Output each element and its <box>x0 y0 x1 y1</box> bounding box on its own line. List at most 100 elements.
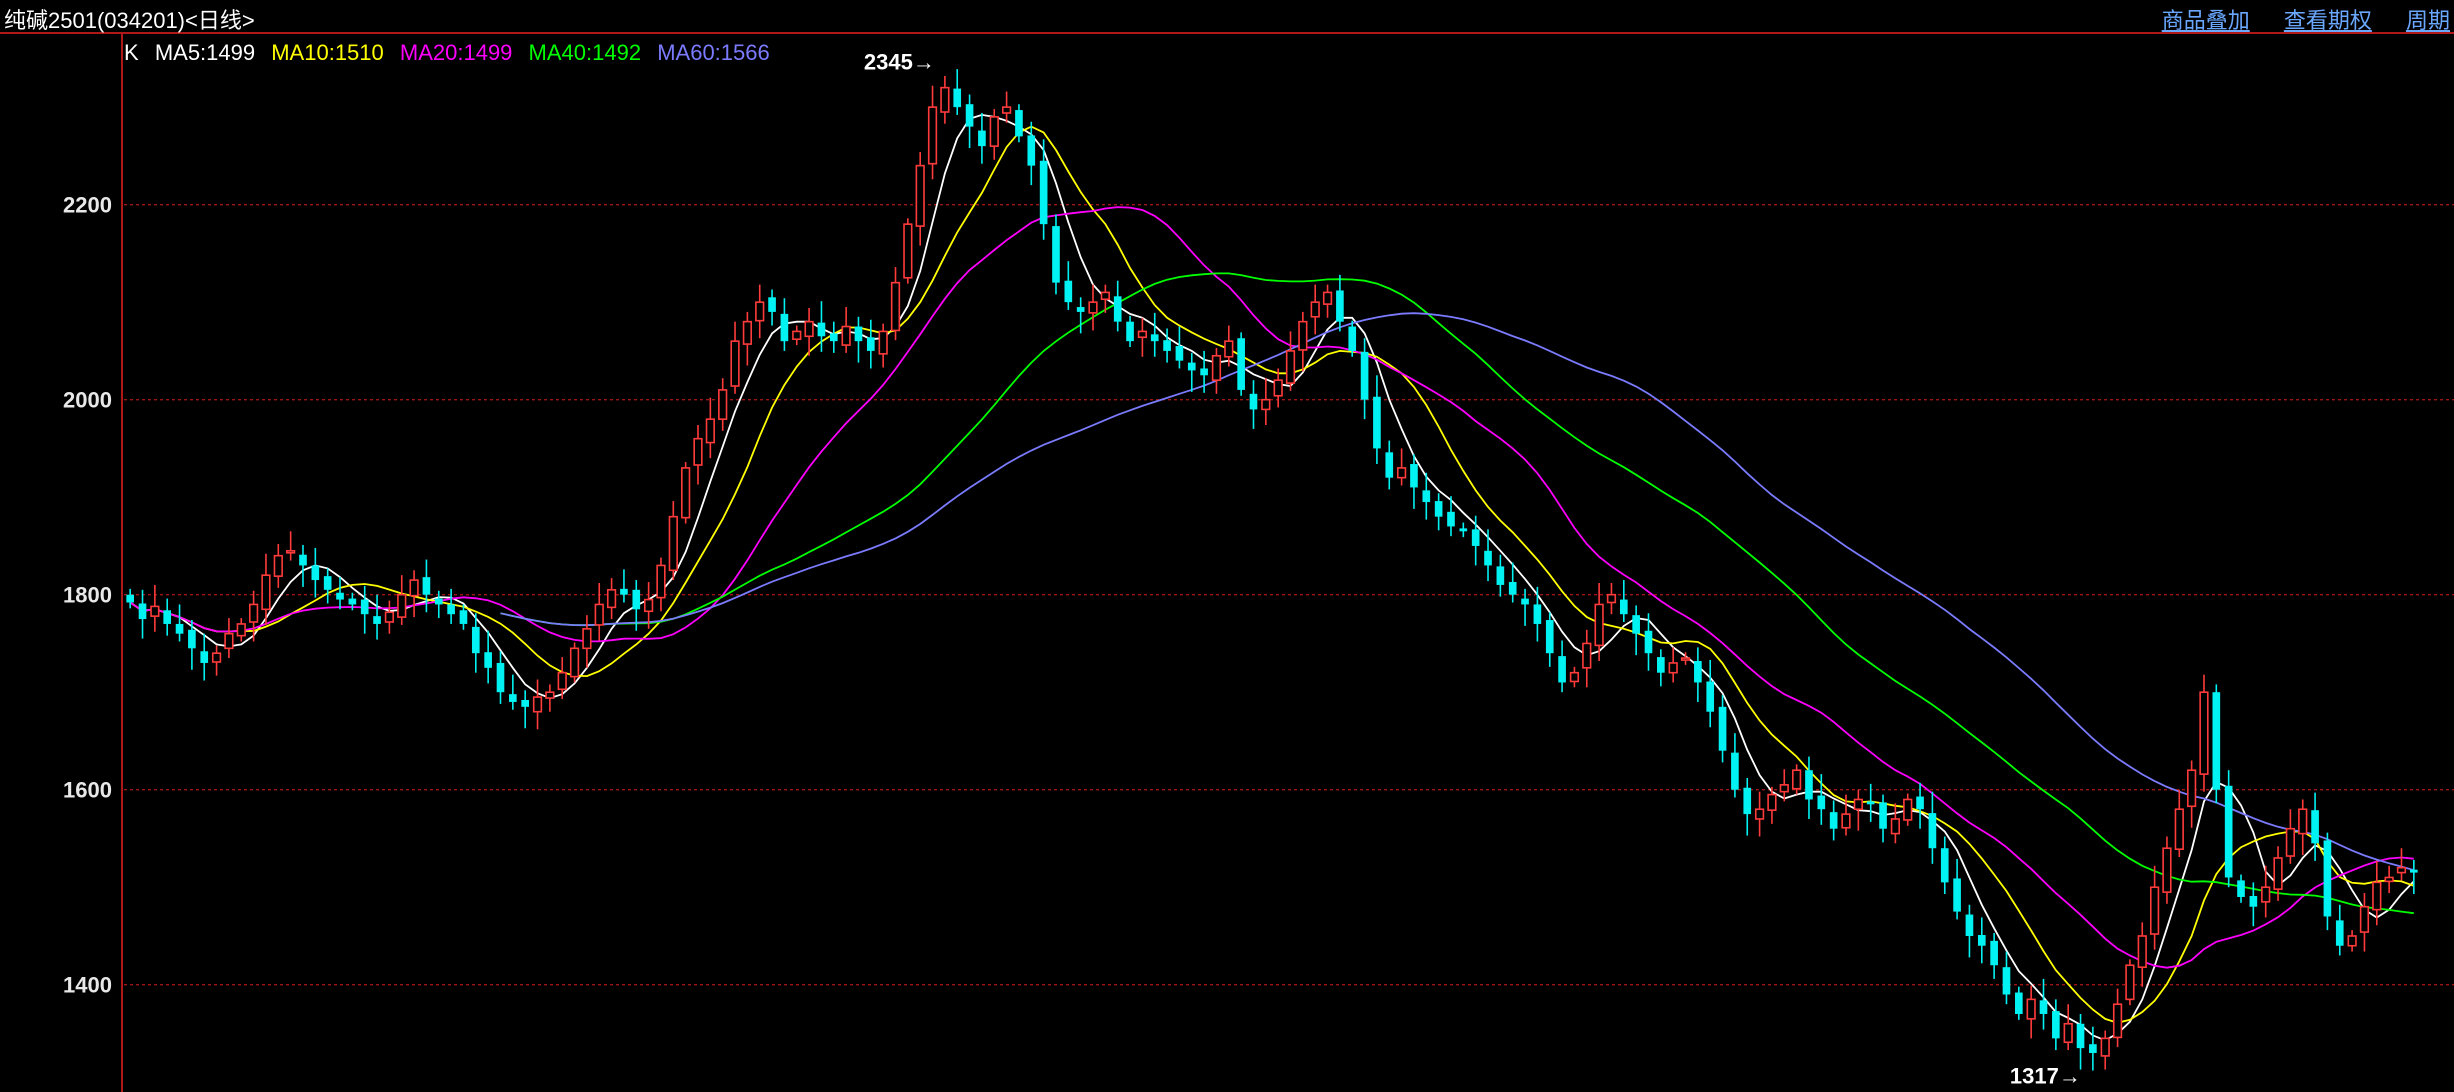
candle <box>2311 792 2319 861</box>
candle <box>1754 791 1765 837</box>
candle-body <box>1310 301 1320 318</box>
candle <box>2187 760 2197 828</box>
candle <box>1273 368 1283 408</box>
candle-body <box>1200 368 1208 376</box>
candle <box>854 316 863 363</box>
candle-body <box>1791 769 1802 790</box>
candle <box>1113 280 1122 332</box>
candle-body <box>126 594 134 603</box>
candle <box>1459 522 1468 538</box>
candle <box>1731 733 1739 798</box>
candle-body <box>261 574 271 611</box>
candle <box>2052 999 2060 1051</box>
candle-body <box>1496 566 1505 585</box>
candle-body <box>643 598 654 613</box>
candle-body <box>2212 692 2221 790</box>
candle-body <box>1916 796 1924 810</box>
candle-body <box>1890 818 1901 835</box>
candle <box>286 531 296 561</box>
candle-body <box>224 632 234 650</box>
candle-body <box>620 588 628 595</box>
candle-body <box>1100 291 1110 301</box>
candle <box>569 642 580 683</box>
candle-body <box>509 694 517 702</box>
candle <box>2384 865 2394 894</box>
candle-body <box>1261 398 1271 411</box>
candle-body <box>1594 603 1604 647</box>
candle-body <box>1718 706 1727 751</box>
candle-body <box>656 564 666 599</box>
candle <box>2039 978 2048 1030</box>
candle <box>989 109 999 160</box>
candle <box>1706 660 1715 728</box>
y-axis-labels: 1400 1600 1800 2000 2200 <box>63 193 112 998</box>
candle-body <box>780 313 789 342</box>
candle <box>2410 859 2418 895</box>
candle <box>2347 930 2357 952</box>
candle <box>755 284 765 339</box>
candle-body <box>1150 334 1159 342</box>
candle-body <box>841 325 851 346</box>
candle-body <box>632 589 641 610</box>
candle-body <box>2076 1023 2085 1049</box>
candle <box>620 569 628 603</box>
candlestick-chart[interactable]: 1400 1600 1800 2000 2200 2345→ 1317→ <box>0 0 2454 1092</box>
candle-body <box>1508 582 1517 595</box>
candle-body <box>1841 813 1851 829</box>
candle-body <box>496 662 505 693</box>
candle-body <box>1175 346 1184 361</box>
candle-body <box>792 330 802 341</box>
candle-body <box>1187 362 1196 371</box>
candle <box>373 594 381 640</box>
candle <box>545 684 555 712</box>
candle-body <box>200 651 209 663</box>
candle <box>248 590 259 642</box>
candle <box>1076 297 1085 334</box>
candle-body <box>532 696 543 713</box>
candle <box>236 618 246 642</box>
candle <box>606 578 617 620</box>
candle <box>509 674 517 710</box>
candle <box>1953 858 1961 920</box>
candle <box>1545 612 1554 667</box>
candle <box>521 690 530 729</box>
candle-body <box>1447 511 1455 527</box>
candle <box>1632 605 1640 656</box>
candle-body <box>360 599 369 615</box>
candle <box>1558 640 1566 693</box>
candle-body <box>2347 935 2357 947</box>
candle-body <box>730 340 740 387</box>
candle <box>730 321 740 394</box>
candle-body <box>2237 880 2245 897</box>
candle-body <box>163 610 172 624</box>
candle-body <box>2162 847 2172 893</box>
ma5-line <box>129 113 2415 1042</box>
candle <box>1249 380 1258 429</box>
candle-body <box>2372 881 2382 911</box>
ma60-line <box>500 312 2415 871</box>
candle-body <box>1644 630 1653 654</box>
candle-body <box>1805 770 1813 800</box>
candle <box>2323 832 2332 931</box>
moving-average-lines <box>129 113 2415 1042</box>
candle-body <box>2273 857 2283 890</box>
candle-body <box>138 603 147 620</box>
candle-body <box>1569 671 1580 683</box>
candle-body <box>693 437 703 466</box>
candle <box>903 218 913 284</box>
candle-body <box>1817 795 1826 810</box>
candle-body <box>606 589 617 609</box>
candle <box>2100 1030 2110 1070</box>
candle <box>311 547 320 598</box>
candle <box>1027 121 1036 186</box>
candle-body <box>1039 160 1048 225</box>
candle <box>1866 783 1875 822</box>
candle-body <box>1779 784 1789 793</box>
candle <box>2396 848 2407 881</box>
candle-body <box>1558 656 1566 683</box>
candle <box>1360 338 1369 420</box>
candle <box>829 321 838 353</box>
y-tick-label: 1400 <box>63 973 112 998</box>
candle-body <box>2137 935 2147 968</box>
candle-body <box>2285 827 2296 857</box>
